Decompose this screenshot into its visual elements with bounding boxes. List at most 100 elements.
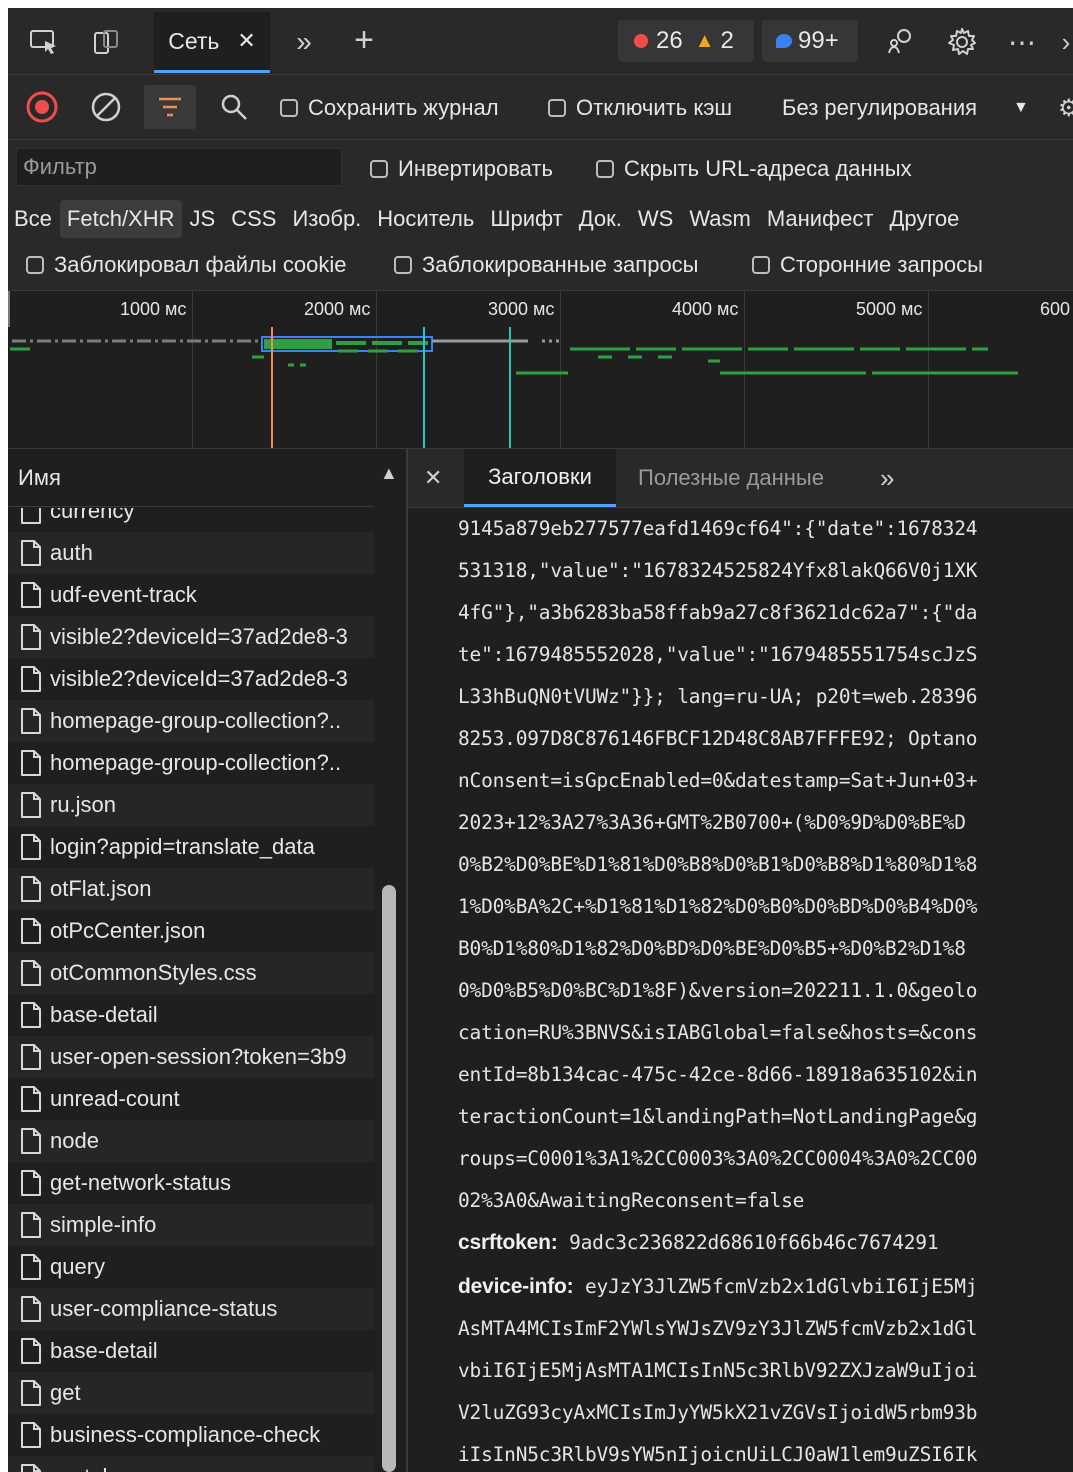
type-filter-all[interactable]: Все (8, 206, 60, 232)
disable-cache-checkbox[interactable]: Отключить кэш (548, 95, 732, 121)
request-row[interactable]: get-network-status (8, 1162, 374, 1204)
request-row[interactable]: otPcCenter.json (8, 910, 374, 952)
request-row[interactable]: node (8, 1120, 374, 1162)
cookie-value-line: 531318,"value":"1678324525824Yfx8lakQ66V… (458, 559, 978, 582)
network-settings-gear-icon[interactable]: ⚙ (1058, 93, 1073, 123)
request-name: homepage-group-collection?.. (50, 750, 342, 775)
filter-input[interactable]: Фильтр (16, 148, 342, 186)
request-row[interactable]: base-detail (8, 1330, 374, 1372)
close-details-icon[interactable]: ✕ (424, 449, 442, 507)
hide-data-urls-box[interactable] (596, 160, 614, 178)
timeline-waterfall (10, 327, 1018, 448)
tab-headers[interactable]: Заголовки (464, 449, 616, 507)
third-party-box[interactable] (752, 256, 770, 274)
sort-ascending-icon[interactable]: ▲ (380, 463, 398, 484)
throttling-value: Без регулирования (782, 95, 978, 120)
chevron-right-icon[interactable]: › (1056, 22, 1073, 62)
messages-counter[interactable]: 99+ (762, 20, 858, 62)
disable-cache-box[interactable] (548, 99, 566, 117)
more-options-icon[interactable]: ⋯ (1002, 22, 1042, 62)
preserve-log-box[interactable] (280, 99, 298, 117)
type-filter-media[interactable]: Носитель (369, 206, 482, 232)
stop-recording-icon[interactable] (22, 87, 62, 127)
request-row[interactable]: homepage-group-collection?.. (8, 742, 374, 784)
request-row[interactable]: udf-event-track (8, 574, 374, 616)
type-filter-ws[interactable]: WS (630, 206, 681, 232)
name-column-header[interactable]: Имя (8, 449, 374, 507)
request-row[interactable]: visible2?deviceId=37ad2de8-3 (8, 616, 374, 658)
hide-data-urls-checkbox[interactable]: Скрыть URL-адреса данных (596, 156, 912, 182)
add-tab-icon[interactable]: + (344, 20, 384, 60)
request-row[interactable]: otCommonStyles.css (8, 952, 374, 994)
header-value: eyJzY3JlZW5fcmVzb2x1dGlvbiI6IjE5Mj (585, 1275, 978, 1298)
filter-toggle-icon[interactable] (144, 85, 196, 129)
more-tabs-icon[interactable]: » (286, 22, 322, 62)
tab-network[interactable]: Сеть ✕ (154, 12, 270, 73)
blocked-requests-box[interactable] (394, 256, 412, 274)
blocked-cookies-box[interactable] (26, 256, 44, 274)
tab-payload[interactable]: Полезные данные (638, 449, 824, 507)
request-row[interactable]: currency (8, 508, 374, 532)
request-name: user-compliance-status (50, 1296, 278, 1321)
close-tab-icon[interactable]: ✕ (237, 28, 255, 54)
type-filter-css[interactable]: CSS (223, 206, 284, 232)
blocked-cookies-label: Заблокировал файлы cookie (54, 252, 347, 277)
inspect-element-icon[interactable] (24, 22, 64, 62)
request-row[interactable]: auth (8, 532, 374, 574)
request-row[interactable]: user-compliance-status (8, 1288, 374, 1330)
network-toolbar: Сохранить журнал Отключить кэш Без регул… (8, 75, 1073, 140)
request-row[interactable]: business-compliance-check (8, 1414, 374, 1456)
hide-data-urls-label: Скрыть URL-адреса данных (624, 156, 912, 181)
type-filter-fetch-xhr[interactable]: Fetch/XHR (59, 200, 182, 238)
request-row[interactable]: login?appid=translate_data (8, 826, 374, 868)
request-name: business-compliance-check (50, 1422, 321, 1447)
network-conditions-icon[interactable] (880, 22, 920, 62)
request-name: otPcCenter.json (50, 918, 206, 943)
type-filter-font[interactable]: Шрифт (482, 206, 570, 232)
header-name: device-info: (458, 1275, 574, 1298)
blocked-cookies-checkbox[interactable]: Заблокировал файлы cookie (26, 252, 346, 278)
request-row[interactable]: ru.json (8, 784, 374, 826)
type-filter-js[interactable]: JS (182, 206, 224, 232)
request-name: auth (50, 540, 93, 565)
type-filter-doc[interactable]: Док. (571, 206, 630, 232)
settings-gear-icon[interactable] (942, 22, 982, 62)
request-row[interactable]: base-detail (8, 994, 374, 1036)
request-row[interactable]: simple-info (8, 1204, 374, 1246)
request-name: user-open-session?token=3b9 (50, 1044, 347, 1069)
file-icon (21, 960, 41, 986)
preserve-log-checkbox[interactable]: Сохранить журнал (280, 95, 499, 121)
device-emulation-icon[interactable] (86, 22, 126, 62)
timeline-overview[interactable]: 1000 мс 2000 мс 3000 мс 4000 мс 5000 мс … (8, 291, 1073, 449)
third-party-checkbox[interactable]: Сторонние запросы (752, 252, 983, 278)
type-filter-wasm[interactable]: Wasm (681, 206, 759, 232)
request-row[interactable]: user-open-session?token=3b9 (8, 1036, 374, 1078)
search-icon[interactable] (214, 87, 254, 127)
request-row[interactable]: query (8, 1246, 374, 1288)
invert-box[interactable] (370, 160, 388, 178)
cookie-value-line: teractionCount=1&landingPath=NotLandingP… (458, 1105, 978, 1128)
more-details-tabs-icon[interactable]: » (880, 449, 894, 507)
request-name: node (50, 1128, 99, 1153)
request-name: get-network-status (50, 1170, 231, 1195)
invert-checkbox[interactable]: Инвертировать (370, 156, 553, 182)
issues-counter[interactable]: 26 ▲ 2 (618, 20, 754, 62)
type-filter-other[interactable]: Другое (882, 206, 968, 232)
request-row[interactable]: unread-count (8, 1078, 374, 1120)
type-filter-manifest[interactable]: Манифест (759, 206, 882, 232)
throttling-select[interactable]: Без регулирования ▼ (782, 95, 1029, 121)
request-row[interactable]: ws-token (8, 1456, 374, 1472)
request-row[interactable]: visible2?deviceId=37ad2de8-3 (8, 658, 374, 700)
request-row[interactable]: get (8, 1372, 374, 1414)
file-icon (21, 666, 41, 692)
request-row[interactable]: homepage-group-collection?.. (8, 700, 374, 742)
requests-scrollbar-thumb[interactable] (382, 885, 396, 1472)
request-name: visible2?deviceId=37ad2de8-3 (50, 666, 348, 691)
request-name: visible2?deviceId=37ad2de8-3 (50, 624, 348, 649)
request-row[interactable]: otFlat.json (8, 868, 374, 910)
clear-icon[interactable] (86, 87, 126, 127)
filter-placeholder: Фильтр (23, 154, 97, 179)
devtools-network-panel: Сеть ✕ » + 26 ▲ 2 99+ ⋯ › Сохранить журн… (8, 8, 1073, 1472)
type-filter-img[interactable]: Изобр. (284, 206, 369, 232)
blocked-requests-checkbox[interactable]: Заблокированные запросы (394, 252, 699, 278)
